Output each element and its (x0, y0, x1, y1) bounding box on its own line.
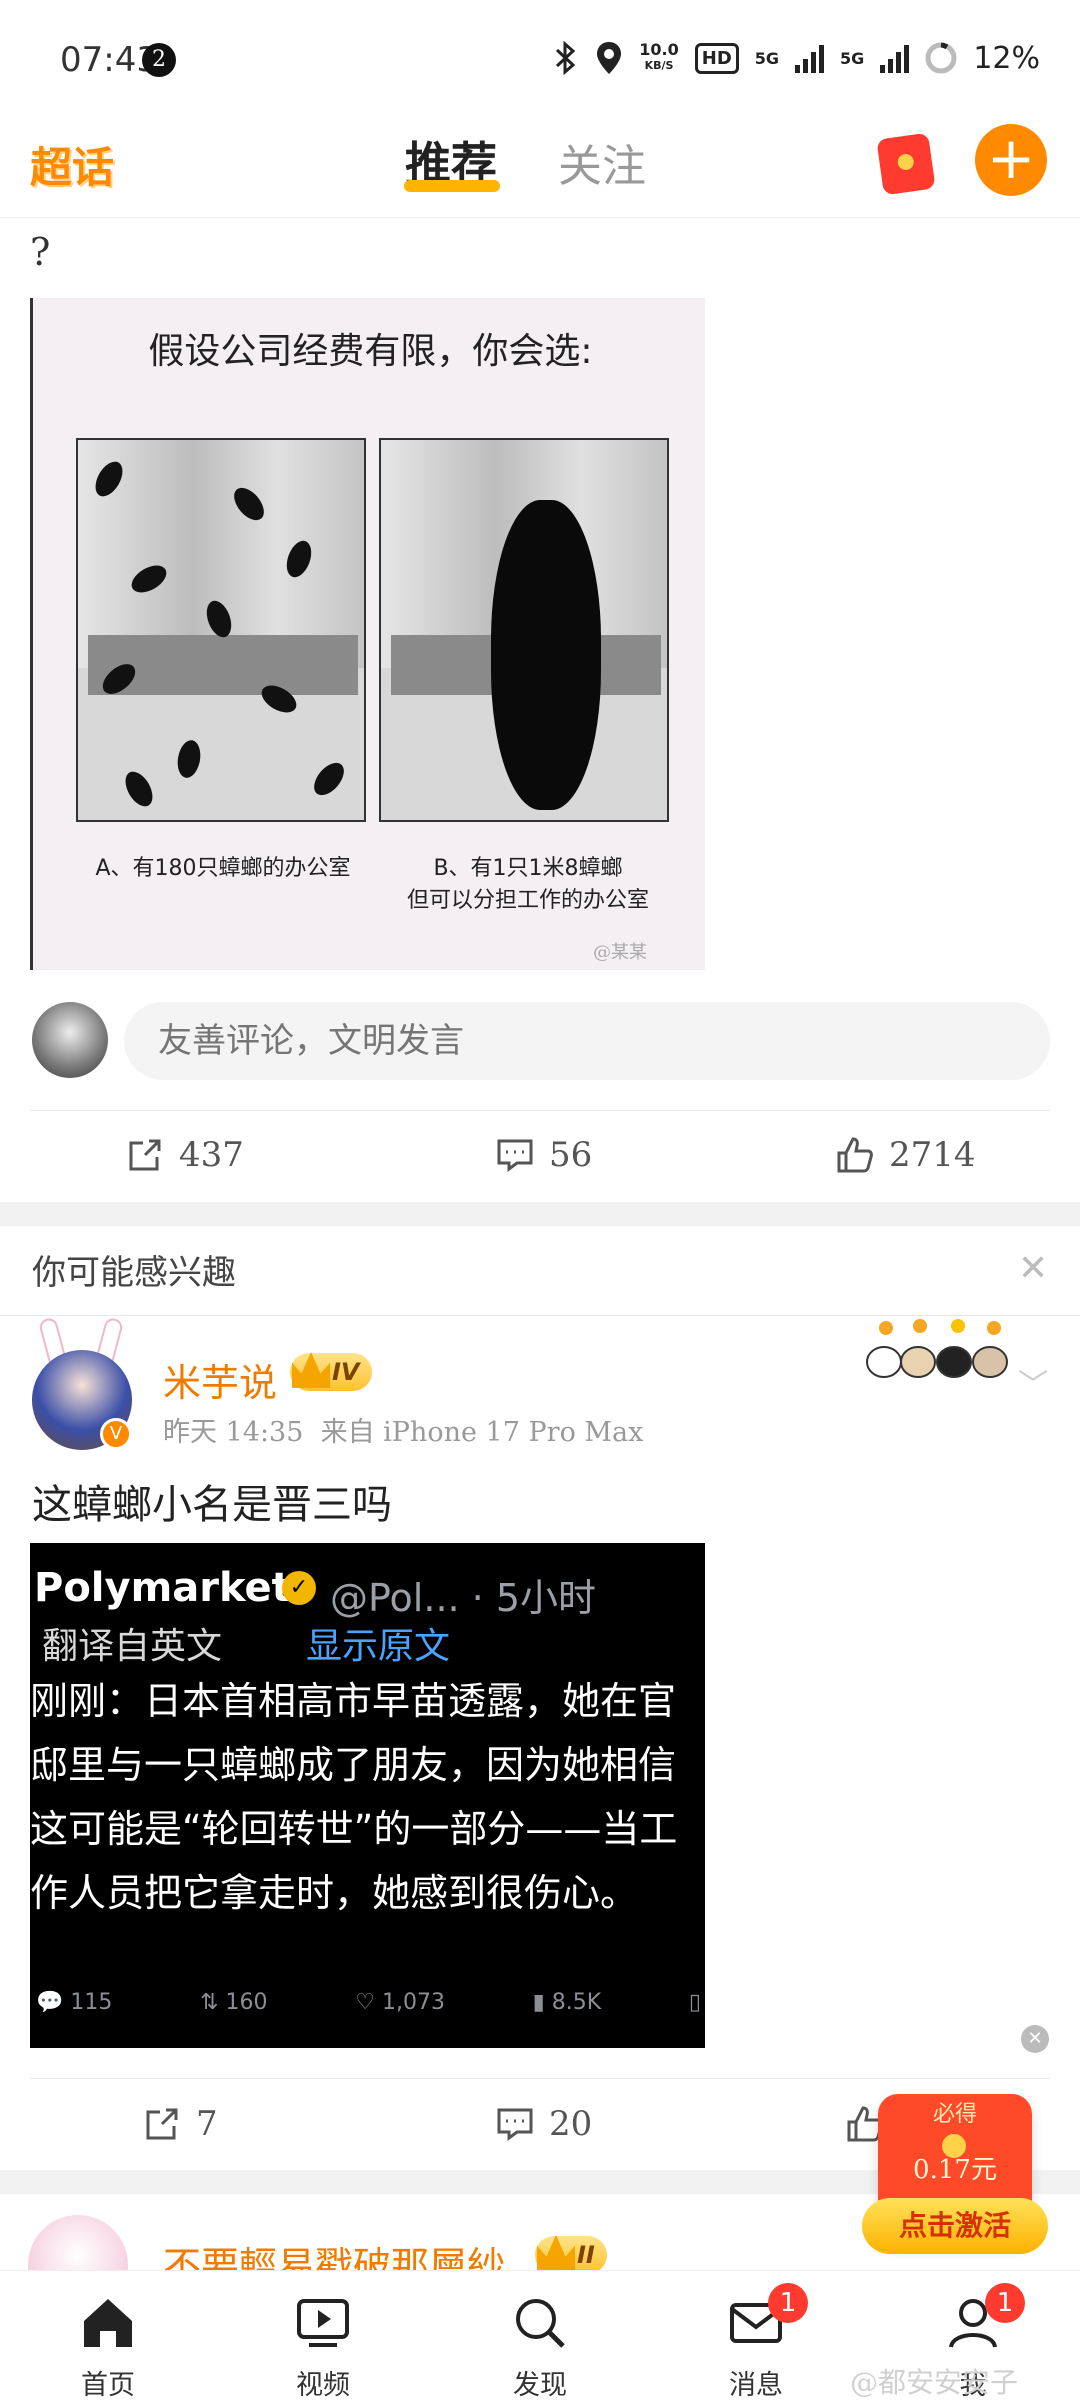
tweet-author: Polymarket (34, 1565, 291, 1611)
divider (30, 1110, 1050, 1111)
verified-badge: V (100, 1418, 132, 1450)
video-icon (297, 2299, 349, 2347)
image-watermark: @某某 (593, 942, 647, 963)
divider (30, 2078, 1050, 2079)
battery-icon (925, 42, 957, 74)
red-packet-icon[interactable] (876, 132, 936, 196)
comment-input[interactable] (124, 1002, 1050, 1080)
network-speed-value: 10.0 (639, 40, 679, 59)
post-time: 昨天 14:35 (163, 1417, 304, 1448)
nav-messages[interactable]: 1 消息 (686, 2271, 826, 2400)
notification-count-badge: 2 (142, 43, 176, 77)
nav-home[interactable]: 首页 (38, 2271, 178, 2400)
section-separator (0, 1202, 1080, 1226)
retweet-count: 160 (225, 1990, 268, 2015)
share-button[interactable]: 7 (142, 2104, 218, 2144)
reward-must-get: 必得 (932, 2102, 977, 2127)
chevron-down-icon[interactable]: ﹀ (1018, 1360, 1048, 1404)
network-speed-unit: KB/S (644, 59, 674, 72)
location-icon (597, 42, 622, 74)
thumbs-up-icon (837, 1137, 873, 1173)
nav-label: 消息 (729, 2370, 783, 2400)
show-original-link: 显示原文 (306, 1626, 451, 1667)
comment-count: 20 (549, 2104, 593, 2144)
tweet-handle: @Pol... · 5小时 (330, 1576, 597, 1620)
meme-title: 假设公司经费有限，你会选: (148, 331, 593, 372)
home-icon (84, 2299, 132, 2347)
reward-amount: 0.17元 (913, 2155, 997, 2185)
meme-caption-b-line2: 但可以分担工作的办公室 (406, 888, 649, 913)
hide-icon[interactable]: ✕ (1021, 2025, 1049, 2053)
username[interactable]: 米芋说 (163, 1352, 277, 1407)
nav-label: 首页 (81, 2370, 135, 2400)
meme-panel-b (379, 438, 669, 822)
cat-sticker-icon (866, 1319, 1008, 1378)
nav-discover[interactable]: 发现 (470, 2271, 610, 2400)
like-button[interactable]: 2714 (835, 1135, 976, 1175)
share-icon (129, 1139, 161, 1171)
meme-caption-a: A、有180只蟑螂的办公室 (95, 856, 351, 881)
sim1-label: 5G (754, 48, 780, 68)
reply-count: 115 (70, 1990, 113, 2015)
comment-icon (497, 1139, 533, 1172)
verified-check-icon: ✓ (282, 1571, 316, 1605)
post-image[interactable]: Polymarket ✓ @Pol... · 5小时 翻译自英文 显示原文 刚刚… (30, 1543, 705, 2048)
share-count: 437 (179, 1135, 244, 1175)
retweet-stat: ⇅ 160 (200, 1990, 268, 2015)
top-nav: 超话 推荐 关注 + (0, 110, 1080, 218)
current-user-avatar[interactable] (32, 1002, 108, 1078)
activate-reward-button[interactable]: 点击激活 (862, 2198, 1048, 2254)
search-icon (516, 2299, 565, 2348)
chaohua-logo[interactable]: 超话 (30, 134, 114, 195)
nav-video[interactable]: 视频 (253, 2271, 393, 2400)
signal-icon-2 (880, 43, 910, 73)
battery-level: 12% (973, 40, 1040, 76)
active-tab-indicator (404, 180, 500, 192)
close-icon[interactable]: ✕ (1018, 1248, 1048, 1289)
tweet-like-count: 1,073 (381, 1990, 445, 2015)
tab-follow[interactable]: 关注 (558, 130, 646, 194)
translate-label: 翻译自英文 (42, 1626, 223, 1667)
post-text: ? (30, 230, 51, 274)
signal-icon (795, 43, 825, 73)
bluetooth-icon (556, 41, 576, 75)
views-stat: ▮ 8.5K (532, 1990, 602, 2015)
comment-button[interactable]: 56 (495, 1135, 592, 1175)
meme-caption-b-line1: B、有1只1米8蟑螂 (433, 856, 623, 881)
share-count: 7 (196, 2104, 218, 2144)
comment-button[interactable]: 20 (495, 2104, 592, 2144)
tweet-body: 刚刚：日本首相高市早苗透露，她在官邸里与一只蟑螂成了朋友，因为她相信这可能是“轮… (30, 1679, 678, 1915)
bookmark-icon: ▯ (688, 1990, 701, 2015)
post-text: 这蟑螂小名是晋三吗 (32, 1482, 392, 1528)
comment-count: 56 (549, 1135, 593, 1175)
sim2-label: 5G (840, 48, 865, 68)
post-meta: 昨天 14:35 来自 iPhone 17 Pro Max (163, 1410, 643, 1449)
status-bar: 07:43 2 10.0 KB/S HD 5G 5G 12% (0, 0, 1080, 110)
network-speed: 10.0 KB/S (639, 42, 678, 74)
view-count: 8.5K (551, 1990, 602, 2015)
tweet-stats: 💬 115 ⇅ 160 ♡ 1,073 ▮ 8.5K ▯ (36, 1990, 701, 2015)
heart-stat: ♡ 1,073 (355, 1990, 445, 2015)
meme-caption-b: B、有1只1米8蟑螂 但可以分担工作的办公室 (383, 853, 673, 917)
status-icons: 10.0 KB/S HD 5G 5G 12% (553, 40, 1040, 76)
bottom-nav: 首页 视频 发现 1 消息 1 我 @都安安安子 (0, 2270, 1080, 2400)
notification-badge: 1 (768, 2283, 808, 2323)
share-icon (146, 2108, 178, 2140)
giant-roach (491, 500, 601, 810)
screen-watermark: @都安安安子 (850, 2366, 1019, 2399)
hd-icon: HD (694, 42, 739, 74)
share-button[interactable]: 437 (125, 1135, 244, 1175)
post-source: 来自 iPhone 17 Pro Max (320, 1417, 644, 1448)
like-count: 2714 (889, 1135, 976, 1175)
compose-plus-button[interactable]: + (975, 124, 1047, 196)
comment-icon (497, 2108, 533, 2141)
nav-label: 视频 (296, 2370, 350, 2400)
post-image[interactable]: 假设公司经费有限，你会选: A、有180只蟑螂的办公室 B、有1只1米8蟑螂 但… (30, 298, 705, 970)
recommendation-header: 你可能感兴趣 (32, 1253, 236, 1293)
meme-panel-a (76, 438, 366, 822)
notification-badge: 1 (985, 2283, 1025, 2323)
reply-stat: 💬 115 (36, 1990, 113, 2015)
nav-label: 发现 (513, 2370, 567, 2400)
